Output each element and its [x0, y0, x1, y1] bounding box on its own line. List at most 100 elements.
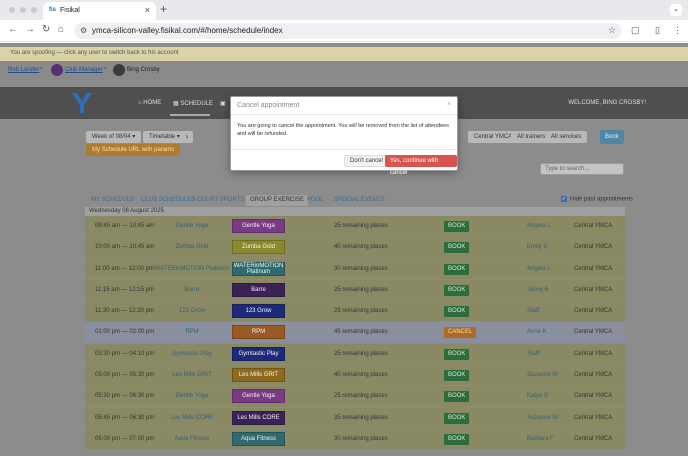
browser-menu-icon[interactable]: ⋮: [673, 25, 682, 36]
row-location: Central YMCA: [574, 308, 613, 315]
row-trainer-link[interactable]: Staff: [527, 351, 539, 357]
next-week-button[interactable]: ›: [181, 131, 193, 143]
table-row: 01:00 pm — 02:00 pm RPM RPM 45 remaining pl…: [85, 322, 625, 344]
row-class-badge[interactable]: Gentle Yoga: [232, 389, 285, 404]
row-class-badge[interactable]: Gymtastic Play: [232, 346, 285, 361]
nav-home[interactable]: ⌂ Home: [138, 100, 161, 106]
row-class-link[interactable]: Barre: [185, 287, 200, 293]
breadcrumb-role-link[interactable]: Club Manager: [65, 67, 103, 73]
week-select[interactable]: Week of 08/04 ▾: [86, 131, 142, 143]
reload-icon[interactable]: ↻: [42, 24, 50, 35]
row-trainer-link[interactable]: Staff: [527, 308, 539, 314]
window-maximize-dot[interactable]: [31, 7, 37, 13]
row-class-badge[interactable]: Les Mills CORE: [232, 410, 285, 425]
service-filter[interactable]: All services: [545, 131, 588, 143]
hide-past-checkbox[interactable]: ✓ Hide past appointments: [561, 196, 633, 203]
site-settings-icon[interactable]: ⚙: [80, 26, 87, 35]
breadcrumb-user-link[interactable]: Rob Lander: [8, 67, 39, 73]
row-places: 45 remaining places: [334, 329, 388, 336]
row-class-badge[interactable]: Aqua Fitness: [232, 431, 285, 446]
table-row: 05:00 pm — 05:30 pm Les Mills GRIT Les Mil…: [85, 365, 625, 387]
address-bar[interactable]: ⚙ ymca-silicon-valley.fisikal.com/#/home…: [74, 23, 622, 39]
row-trainer-link[interactable]: Suzanne W: [527, 372, 558, 378]
welcome-message[interactable]: Welcome, Bing Crosby!: [568, 100, 646, 106]
row-trainer-link[interactable]: Katya S: [527, 393, 548, 399]
checkbox-checked-icon: ✓: [561, 196, 567, 202]
row-trainer-link[interactable]: Suzanne W: [527, 415, 558, 421]
row-class-badge[interactable]: Gentle Yoga: [232, 219, 285, 233]
nav-more-icon[interactable]: ▣: [220, 100, 226, 107]
row-time: 06:00 pm — 07:00 pm: [95, 435, 155, 442]
schedule-table: 09:45 am — 10:45 am Gentle Yoga Gentle Yog…: [85, 216, 625, 451]
row-class-link[interactable]: Gentle Yoga: [176, 393, 209, 399]
row-class-link[interactable]: WATERinMOTION Platinum: [155, 266, 230, 272]
view-select[interactable]: Timetable ▾: [143, 131, 186, 143]
window-close-dot[interactable]: [9, 7, 15, 13]
tab-club-schedules[interactable]: Club Schedules: [141, 197, 195, 203]
nav-schedule[interactable]: ▦ Schedule: [173, 100, 213, 107]
book-button[interactable]: Book: [600, 130, 624, 144]
row-trainer-link[interactable]: Anne K: [527, 329, 547, 335]
row-time: 10:00 am — 10:45 am: [95, 244, 155, 251]
row-class-link[interactable]: Gentle Yoga: [176, 223, 209, 229]
row-class-link[interactable]: RPM: [185, 329, 198, 335]
row-class-badge[interactable]: RPM: [232, 325, 285, 340]
window-minimize-dot[interactable]: [20, 7, 26, 13]
row-trainer-link[interactable]: Emily S: [527, 244, 547, 250]
row-class-link[interactable]: Les Mills GRIT: [172, 372, 211, 378]
bookmark-star-icon[interactable]: ☆: [608, 25, 616, 36]
row-class-badge[interactable]: WATERinMOTION Platinum: [232, 261, 285, 276]
home-icon[interactable]: ⌂: [58, 24, 64, 35]
tab-search-chevron-icon[interactable]: ⌄: [670, 4, 682, 16]
tab-court-sports[interactable]: Court Sports: [197, 197, 244, 203]
profile-icon[interactable]: ▯: [655, 25, 660, 36]
table-row: 10:00 am — 10:45 am Zumba Gold Zumba Gold 4…: [85, 237, 625, 259]
row-class-link[interactable]: 123 Grow: [179, 308, 205, 314]
row-book-button[interactable]: BOOK: [444, 348, 470, 360]
row-location: Central YMCA: [574, 265, 613, 272]
row-book-button[interactable]: BOOK: [444, 433, 470, 445]
schedule-url-button[interactable]: My Schedule URL with params: [86, 144, 181, 156]
browser-tab[interactable]: fis Fisikal ×: [43, 2, 156, 20]
row-trainer-link[interactable]: Angela L: [527, 223, 551, 229]
search-input[interactable]: Type to search...: [540, 163, 624, 175]
row-book-button[interactable]: BOOK: [444, 263, 470, 275]
row-places: 40 remaining places: [334, 244, 388, 251]
dont-cancel-button[interactable]: Don't cancel: [344, 155, 389, 167]
row-cancel-button[interactable]: CANCEL: [444, 327, 477, 339]
row-class-link[interactable]: Zumba Gold: [175, 244, 208, 250]
user-avatar: [113, 64, 125, 76]
row-trainer-link[interactable]: Angela L: [527, 266, 551, 272]
spoof-banner[interactable]: You are spoofing — click any user to swi…: [0, 47, 688, 61]
row-book-button[interactable]: BOOK: [444, 306, 470, 318]
row-book-button[interactable]: BOOK: [444, 284, 470, 296]
tab-pool[interactable]: Pool: [307, 197, 324, 203]
tab-my-schedule[interactable]: My Schedule: [91, 197, 134, 203]
row-class-link[interactable]: Les Mills CORE: [171, 415, 213, 421]
row-class-badge[interactable]: Les Mills GRIT: [232, 368, 285, 383]
modal-title: Cancel appointment: [237, 102, 300, 109]
row-trainer-link[interactable]: Jenny B: [527, 287, 549, 293]
row-book-button[interactable]: BOOK: [444, 391, 470, 403]
row-class-badge[interactable]: 123 Grow: [232, 304, 285, 319]
modal-close-icon[interactable]: ×: [447, 101, 451, 108]
row-book-button[interactable]: BOOK: [444, 370, 470, 382]
row-class-link[interactable]: Gymtastic Play: [172, 351, 212, 357]
tab-special-events[interactable]: Special Events: [334, 197, 385, 203]
row-class-link[interactable]: Aqua Fitness: [174, 436, 209, 442]
tab-close-icon[interactable]: ×: [145, 5, 150, 15]
new-tab-icon[interactable]: +: [160, 2, 167, 16]
row-class-badge[interactable]: Barre: [232, 282, 285, 297]
page-content: You are spoofing — click any user to swi…: [0, 43, 688, 456]
tab-group-exercise[interactable]: Group Exercise: [246, 195, 308, 206]
forward-arrow-icon[interactable]: →: [25, 24, 35, 35]
row-book-button[interactable]: BOOK: [444, 242, 470, 254]
row-trainer-link[interactable]: Barbara F: [527, 436, 554, 442]
extensions-icon[interactable]: ▢: [631, 25, 640, 36]
row-class-badge[interactable]: Zumba Gold: [232, 240, 285, 255]
back-arrow-icon[interactable]: ←: [8, 24, 18, 35]
row-book-button[interactable]: BOOK: [444, 412, 470, 424]
row-book-button[interactable]: BOOK: [444, 221, 470, 232]
table-row: 11:15 am — 12:15 pm Barre Barre 25 remainin…: [85, 279, 625, 302]
confirm-cancel-button[interactable]: Yes, continue with cancel: [385, 155, 457, 176]
